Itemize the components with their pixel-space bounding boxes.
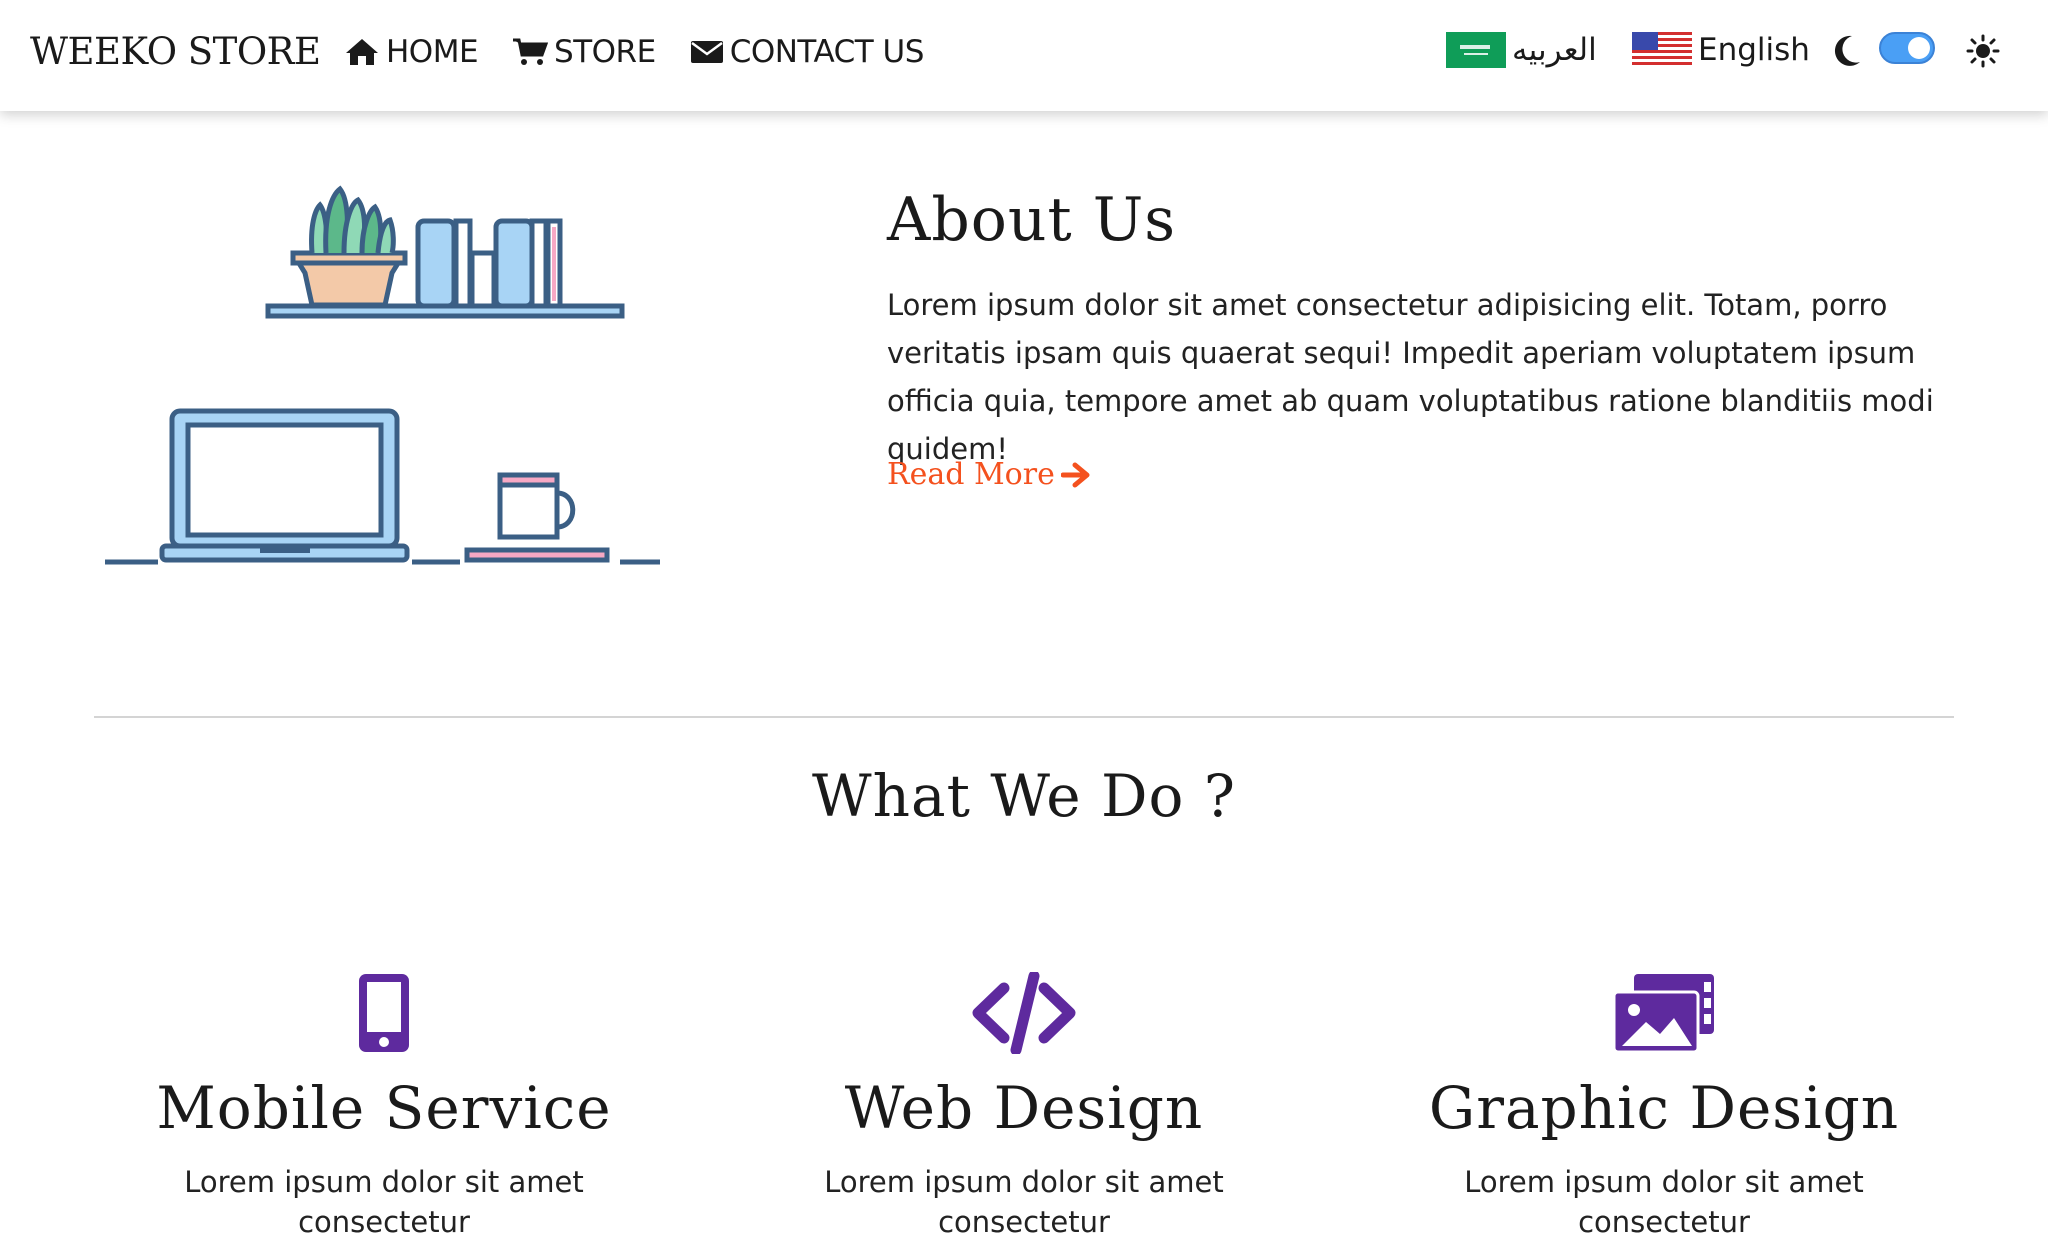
service-text-web: Lorem ipsum dolor sit amet consectetur (824, 1165, 1224, 1239)
cart-icon (513, 38, 549, 65)
us-flag-icon (1632, 32, 1692, 68)
service-card-mobile: Mobile Service Lorem ipsum dolor sit ame… (64, 972, 704, 1242)
service-title-mobile: Mobile Service (156, 1074, 612, 1142)
arrow-right-icon (1060, 462, 1090, 487)
service-title-graphic: Graphic Design (1428, 1074, 1900, 1142)
home-icon (346, 39, 378, 65)
mobile-icon (359, 974, 409, 1052)
about-illustration (105, 185, 660, 565)
section-divider (94, 716, 1954, 718)
service-title-web: Web Design (844, 1074, 1204, 1142)
code-icon (972, 972, 1076, 1054)
about-body: Lorem ipsum dolor sit amet consectetur a… (887, 288, 1934, 466)
images-icon (1612, 974, 1714, 1054)
nav-home[interactable]: HOME (344, 30, 479, 74)
lang-arabic[interactable]: العربيه (1446, 32, 1597, 68)
saudi-flag-icon (1446, 32, 1506, 68)
service-card-web: Web Design Lorem ipsum dolor sit amet co… (704, 972, 1344, 1242)
toggle-knob (1908, 37, 1930, 59)
nav-contact-label: CONTACT US (729, 34, 925, 70)
service-text-mobile: Lorem ipsum dolor sit amet consectetur (184, 1165, 584, 1239)
theme-toggle[interactable] (1879, 32, 1935, 64)
nav-contact[interactable]: CONTACT US (690, 30, 924, 74)
envelope-icon (690, 41, 723, 63)
sun-icon (1966, 34, 2000, 68)
services-title: What We Do ? (812, 762, 1236, 830)
read-more-link[interactable]: Read More (887, 457, 1091, 492)
main-nav: HOME STORE CONTACT US (344, 30, 958, 74)
brand-logo[interactable]: WEEKO STORE (30, 30, 321, 73)
navbar: WEEKO STORE HOME STORE CONTACT US العربي… (0, 0, 2048, 111)
about-title: About Us (887, 185, 1177, 255)
lang-english[interactable]: English (1632, 32, 1810, 68)
moon-icon (1834, 35, 1860, 66)
service-text-graphic: Lorem ipsum dolor sit amet consectetur (1464, 1165, 1864, 1239)
nav-store[interactable]: STORE (512, 30, 656, 74)
lang-arabic-label: العربيه (1512, 32, 1597, 68)
read-more-label: Read More (887, 457, 1055, 492)
nav-home-label: HOME (386, 34, 479, 70)
service-card-graphic: Graphic Design Lorem ipsum dolor sit ame… (1344, 972, 1984, 1242)
nav-store-label: STORE (554, 34, 656, 70)
lang-english-label: English (1698, 32, 1810, 68)
